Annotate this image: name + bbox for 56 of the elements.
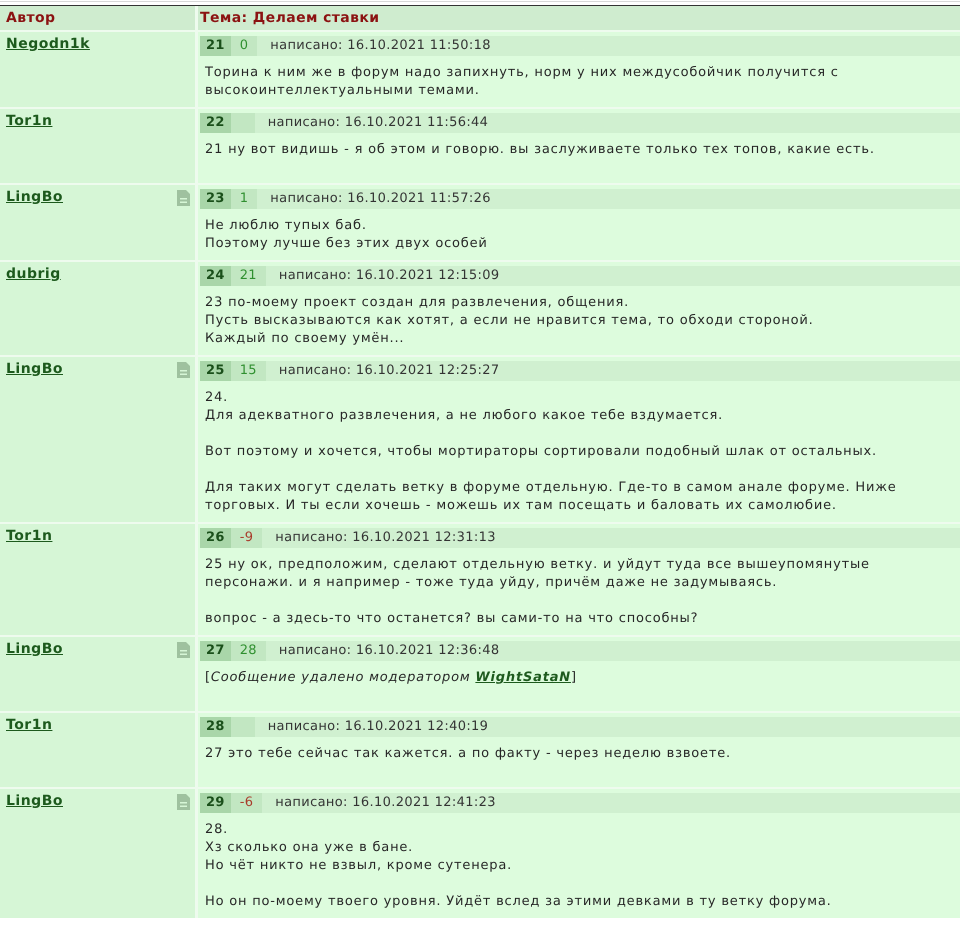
post-number: 24 [200,266,231,286]
post-date: написано: 16.10.2021 12:36:48 [278,642,500,660]
document-icon[interactable] [177,362,190,378]
post-text: Для таких могут сделать ветку в форуме отдельную. Где-то в самом анале форуме. Ниже торговых. И ты если хочешь - можешь их там посещать и баловать их самолюбие. [205,479,898,515]
author-link[interactable]: dubrig [6,265,61,283]
author-column-header: Автор [0,6,195,30]
document-icon[interactable] [177,190,190,206]
post-date: написано: 16.10.2021 12:41:23 [275,794,496,812]
post-number: 28 [200,717,231,737]
post-text: 25 ну ок, предположим, сделают отдельную ветку. и уйдут туда все вышеупомянутые персонажи. и я например - тоже туда уйду, причём даже не задумываясь. [205,556,871,592]
author-link[interactable]: Tor1n [6,112,52,130]
author-link[interactable]: LingBo [6,188,63,206]
rating-score: 1 [230,189,258,209]
post-text: 27 это тебе сейчас так кажется. а по факту - через неделю взвоете. [205,745,732,763]
rating-score: 21 [230,266,266,286]
post-date: написано: 16.10.2021 12:25:27 [278,362,500,380]
post-text: 28. Хз сколько она уже в бане. Но чёт никто не взвыл, кроме сутенера. [205,821,514,875]
rating-score [230,113,255,133]
topic-column-header: Тема: Делаем ставки [198,6,960,30]
post-number: 22 [200,113,231,133]
author-link[interactable]: Tor1n [6,527,52,545]
rating-score: -6 [230,793,262,813]
post-date: написано: 16.10.2021 11:56:44 [268,114,488,132]
document-icon[interactable] [177,794,190,810]
author-link[interactable]: Tor1n [6,716,52,734]
post-date: написано: 16.10.2021 12:31:13 [275,529,496,547]
post-date: написано: 16.10.2021 11:50:18 [270,37,491,55]
rating-score [230,717,255,737]
rating-score: 0 [230,36,258,56]
post-number: 25 [200,361,231,381]
post-date: написано: 16.10.2021 12:15:09 [278,267,500,285]
author-link[interactable]: LingBo [6,792,63,810]
post-number: 29 [200,793,231,813]
rating-score: 28 [230,641,266,661]
post-number: 27 [200,641,231,661]
author-link[interactable]: Negodn1k [6,35,90,53]
post-text: 23 по-моему проект создан для развлечения, общения. Пусть высказываются как хотят, а если не нравится тема, то обходи стороной. Каждый по своему умён... [205,294,815,348]
rating-score: -9 [230,528,262,548]
post-text: 24. Для адекватного развлечения, а не любого какое тебе вздумается. [205,389,724,425]
post-text: Торина к ним же в форум надо запихнуть, норм у них междусобойчик получится с высокоинтеллектуальными темами. [205,64,840,100]
rating-score: 15 [230,361,266,381]
post-text: вопрос - а здесь-то что останется? вы сами-то на что способны? [205,610,700,628]
post-number: 23 [200,189,231,209]
moderator-link[interactable]: WightSataN [475,670,571,685]
post-date: написано: 16.10.2021 12:40:19 [268,718,488,736]
post-text: Вот поэтому и хочется, чтобы мортираторы сортировали подобный шлак от остальных. [205,443,878,461]
post-number: 26 [200,528,231,548]
author-link[interactable]: LingBo [6,360,63,378]
post-text: Но он по-моему твоего уровня. Уйдёт вслед за этими девками в ту ветку форума. [205,893,833,911]
moderation-notice: [Сообщение удалено модератором WightSataN] [205,669,578,687]
post-number: 21 [200,36,231,56]
author-link[interactable]: LingBo [6,640,63,658]
document-icon[interactable] [177,642,190,658]
post-text: Не люблю тупых баб. Поэтому лучше без этих двух особей [205,217,489,253]
post-text: 21 ну вот видишь - я об этом и говорю. вы заслуживаете только тех топов, какие есть. [205,141,876,159]
post-date: написано: 16.10.2021 11:57:26 [270,190,491,208]
